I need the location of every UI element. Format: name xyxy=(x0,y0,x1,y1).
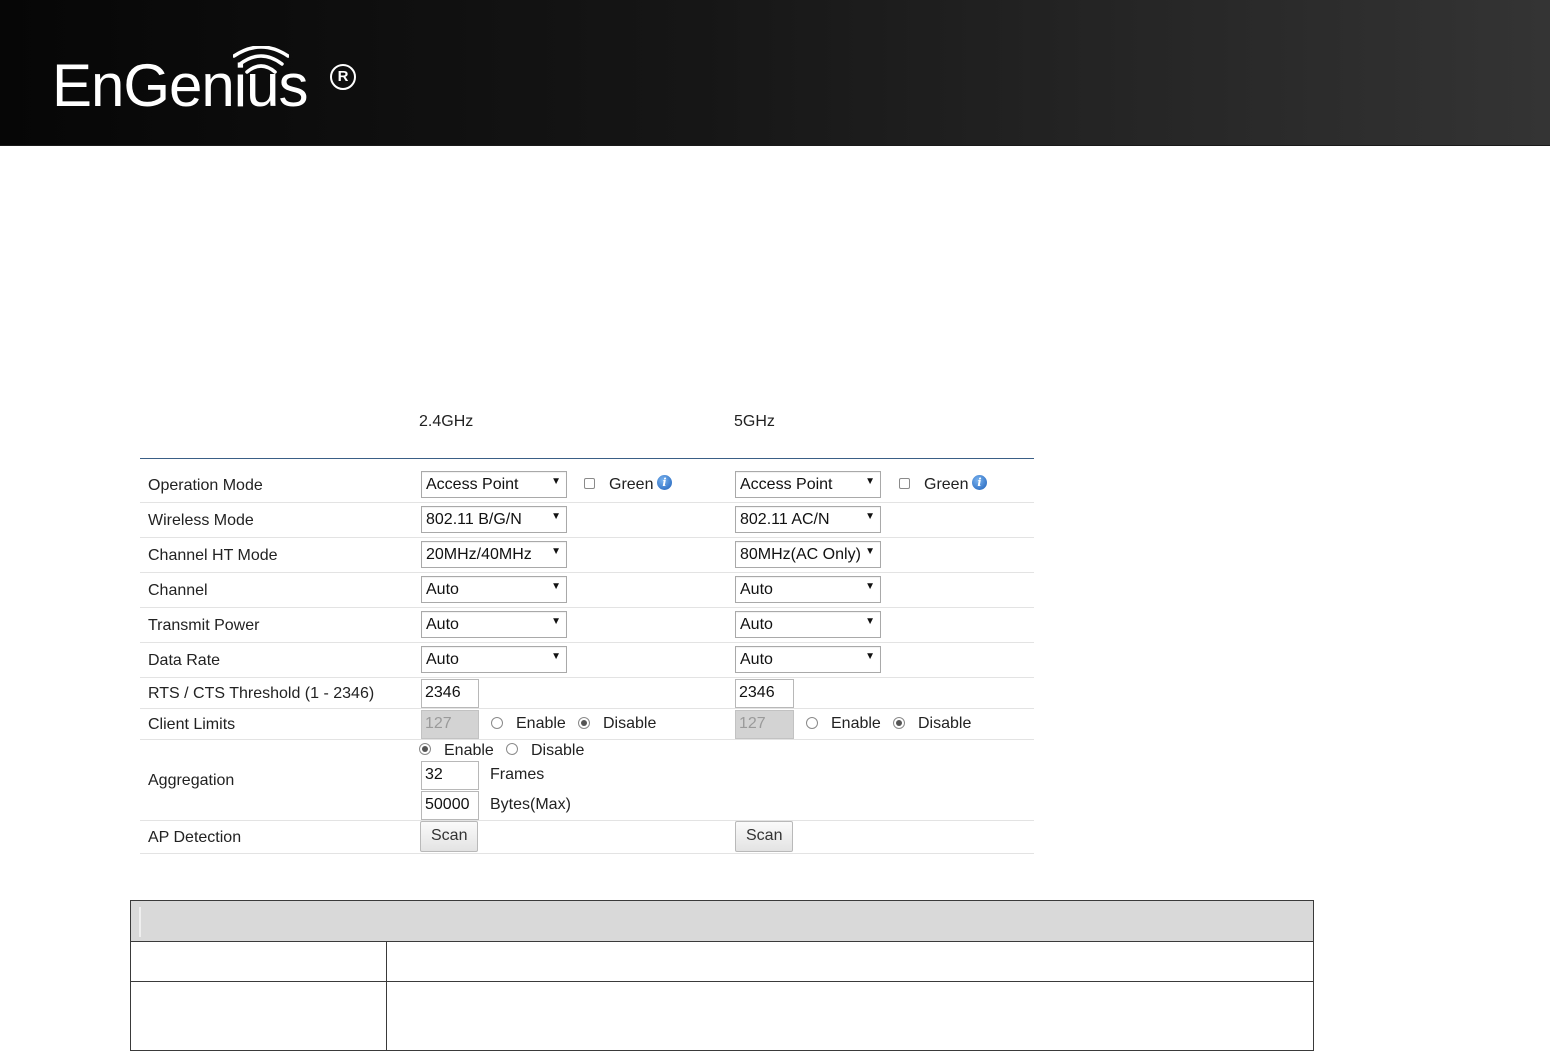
select-value: 802.11 AC/N xyxy=(740,511,830,528)
chevron-down-icon: ▼ xyxy=(865,546,875,557)
row-divider xyxy=(140,642,1034,643)
transmit-power-label: Transmit Power xyxy=(148,617,260,634)
select-value: 802.11 B/G/N xyxy=(426,511,522,528)
chevron-down-icon: ▼ xyxy=(865,581,875,592)
aggregation-disable-label: Disable xyxy=(531,742,585,759)
select-value: Access Point xyxy=(426,476,519,493)
header-banner: EnGenius R xyxy=(0,0,1550,146)
client-limits-24-disable-radio[interactable] xyxy=(578,717,590,729)
rts-cts-5-input[interactable]: 2346 xyxy=(735,679,794,708)
scan-5-button[interactable]: Scan xyxy=(735,821,794,852)
channel-ht-mode-label: Channel HT Mode xyxy=(148,547,278,564)
chevron-down-icon: ▼ xyxy=(551,651,561,662)
select-value: 20MHz/40MHz xyxy=(426,546,532,563)
cell-divider xyxy=(386,982,387,1050)
client-limits-5-input[interactable]: 127 xyxy=(735,710,794,739)
row-divider xyxy=(140,677,1034,678)
select-value: Access Point xyxy=(740,476,833,493)
row-divider xyxy=(140,572,1034,573)
ap-detection-label: AP Detection xyxy=(148,829,242,846)
select-value: Auto xyxy=(426,616,459,633)
data-rate-24-select[interactable]: Auto ▼ xyxy=(421,646,567,673)
chevron-down-icon: ▼ xyxy=(551,616,561,627)
column-header-5ghz: 5GHz xyxy=(734,413,775,430)
select-value: Auto xyxy=(426,651,459,668)
chevron-down-icon: ▼ xyxy=(865,616,875,627)
header-divider xyxy=(140,458,1034,459)
aggregation-frames-unit: Frames xyxy=(490,766,545,783)
info-icon[interactable]: i xyxy=(657,475,672,490)
description-table-header xyxy=(130,900,1314,942)
data-rate-label: Data Rate xyxy=(148,652,221,669)
chevron-down-icon: ▼ xyxy=(551,476,561,487)
green-5-checkbox[interactable] xyxy=(899,478,910,489)
wireless-mode-24-select[interactable]: 802.11 B/G/N ▼ xyxy=(421,506,567,533)
client-limits-label: Client Limits xyxy=(148,716,236,733)
column-header-24ghz: 2.4GHz xyxy=(419,413,474,430)
channel-5-select[interactable]: Auto ▼ xyxy=(735,576,881,603)
rts-cts-24-input[interactable]: 2346 xyxy=(421,679,479,708)
client-limits-5-disable-radio[interactable] xyxy=(893,717,905,729)
aggregation-bytes-input[interactable]: 50000 xyxy=(421,791,479,820)
row-divider xyxy=(140,820,1034,821)
row-divider xyxy=(140,853,1034,854)
green-5-label: Green xyxy=(924,476,969,493)
chevron-down-icon: ▼ xyxy=(865,476,875,487)
client-limits-24-disable-label: Disable xyxy=(603,715,657,732)
channel-ht-mode-5-select[interactable]: 80MHz(AC Only) ▼ xyxy=(735,541,881,568)
wireless-mode-label: Wireless Mode xyxy=(148,512,254,529)
chevron-down-icon: ▼ xyxy=(551,511,561,522)
chevron-down-icon: ▼ xyxy=(865,651,875,662)
data-rate-5-select[interactable]: Auto ▼ xyxy=(735,646,881,673)
client-limits-24-input[interactable]: 127 xyxy=(421,710,479,739)
select-value: Auto xyxy=(740,651,773,668)
select-value: 80MHz(AC Only) xyxy=(740,546,861,563)
select-value: Auto xyxy=(740,581,773,598)
select-value: Auto xyxy=(740,616,773,633)
row-divider xyxy=(140,708,1034,709)
chevron-down-icon: ▼ xyxy=(551,581,561,592)
channel-ht-mode-24-select[interactable]: 20MHz/40MHz ▼ xyxy=(421,541,567,568)
aggregation-enable-radio[interactable] xyxy=(419,743,431,755)
header-notch xyxy=(139,907,141,937)
row-divider xyxy=(140,607,1034,608)
operation-mode-label: Operation Mode xyxy=(148,477,263,494)
table-row xyxy=(130,942,1314,982)
chevron-down-icon: ▼ xyxy=(865,511,875,522)
row-divider xyxy=(140,502,1034,503)
info-icon[interactable]: i xyxy=(972,475,987,490)
operation-mode-5-select[interactable]: Access Point ▼ xyxy=(735,471,881,498)
aggregation-label: Aggregation xyxy=(148,772,235,789)
row-divider xyxy=(140,537,1034,538)
table-row xyxy=(130,982,1314,1051)
channel-label: Channel xyxy=(148,582,208,599)
client-limits-5-disable-label: Disable xyxy=(918,715,972,732)
chevron-down-icon: ▼ xyxy=(551,546,561,557)
client-limits-5-enable-radio[interactable] xyxy=(806,717,818,729)
aggregation-bytes-unit: Bytes(Max) xyxy=(490,796,571,813)
rts-cts-label: RTS / CTS Threshold (1 - 2346) xyxy=(148,685,375,702)
green-24-checkbox[interactable] xyxy=(584,478,595,489)
client-limits-24-enable-label: Enable xyxy=(516,715,566,732)
scan-24-button[interactable]: Scan xyxy=(420,821,479,852)
transmit-power-5-select[interactable]: Auto ▼ xyxy=(735,611,881,638)
client-limits-24-enable-radio[interactable] xyxy=(491,717,503,729)
transmit-power-24-select[interactable]: Auto ▼ xyxy=(421,611,567,638)
registered-mark: R xyxy=(330,64,356,90)
row-divider xyxy=(140,739,1034,740)
wireless-mode-5-select[interactable]: 802.11 AC/N ▼ xyxy=(735,506,881,533)
client-limits-5-enable-label: Enable xyxy=(831,715,881,732)
select-value: Auto xyxy=(426,581,459,598)
channel-24-select[interactable]: Auto ▼ xyxy=(421,576,567,603)
description-table xyxy=(130,900,1314,1051)
green-24-label: Green xyxy=(609,476,654,493)
aggregation-enable-label: Enable xyxy=(444,742,494,759)
aggregation-disable-radio[interactable] xyxy=(506,743,518,755)
operation-mode-24-select[interactable]: Access Point ▼ xyxy=(421,471,567,498)
cell-divider xyxy=(386,942,387,981)
wifi-signal-icon xyxy=(233,46,289,74)
aggregation-frames-input[interactable]: 32 xyxy=(421,761,479,790)
